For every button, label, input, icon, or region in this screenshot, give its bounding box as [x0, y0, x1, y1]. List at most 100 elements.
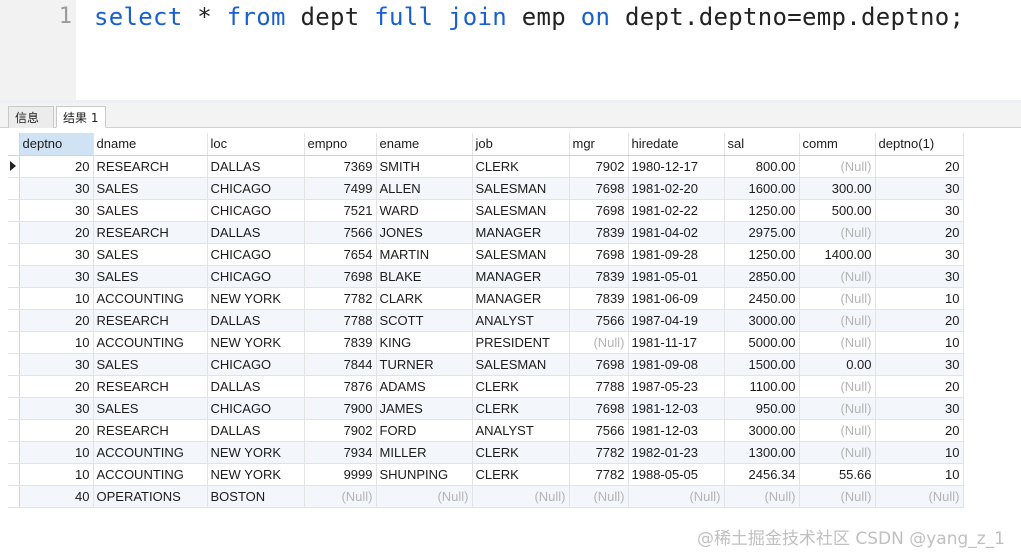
- cell-comm[interactable]: (Null): [799, 265, 876, 288]
- cell-sal[interactable]: (Null): [724, 485, 800, 508]
- cell-mgr[interactable]: 7698: [569, 199, 629, 222]
- cell-empno[interactable]: 7900: [304, 397, 377, 420]
- cell-deptno[interactable]: 20: [19, 221, 94, 244]
- cell-ename[interactable]: JONES: [376, 221, 473, 244]
- table-row[interactable]: 20 RESEARCH DALLAS 7566 JONES MANAGER 7839 1981…: [8, 221, 964, 244]
- cell-job[interactable]: ANALYST: [472, 419, 570, 442]
- cell-loc[interactable]: CHICAGO: [207, 265, 305, 288]
- cell-deptno[interactable]: 20: [19, 419, 94, 442]
- table-row[interactable]: 10 ACCOUNTING NEW YORK 7782 CLARK MANAGER 7839…: [8, 287, 964, 310]
- cell-empno[interactable]: 7839: [304, 331, 377, 354]
- cell-ename[interactable]: KING: [376, 331, 473, 354]
- cell-deptno1[interactable]: 30: [875, 265, 964, 288]
- table-row[interactable]: 20 RESEARCH DALLAS 7369 SMITH CLERK 7902 1980-1…: [8, 155, 964, 178]
- cell-deptno1[interactable]: 10: [875, 441, 964, 464]
- row-indicator[interactable]: [8, 265, 20, 288]
- cell-ename[interactable]: ALLEN: [376, 177, 473, 200]
- cell-mgr[interactable]: 7698: [569, 177, 629, 200]
- cell-ename[interactable]: JAMES: [376, 397, 473, 420]
- cell-empno[interactable]: 7698: [304, 265, 377, 288]
- row-indicator[interactable]: [8, 287, 20, 310]
- cell-deptno1[interactable]: 20: [875, 155, 964, 178]
- cell-mgr[interactable]: 7698: [569, 243, 629, 266]
- row-indicator[interactable]: [8, 419, 20, 442]
- cell-dname[interactable]: OPERATIONS: [93, 485, 208, 508]
- cell-ename[interactable]: SCOTT: [376, 309, 473, 332]
- cell-mgr[interactable]: 7839: [569, 265, 629, 288]
- cell-job[interactable]: CLERK: [472, 441, 570, 464]
- cell-ename[interactable]: MILLER: [376, 441, 473, 464]
- cell-comm[interactable]: 1400.00: [799, 243, 876, 266]
- table-row[interactable]: 10 ACCOUNTING NEW YORK 9999 SHUNPING CLERK 778…: [8, 463, 964, 486]
- cell-deptno1[interactable]: 20: [875, 309, 964, 332]
- cell-job[interactable]: MANAGER: [472, 265, 570, 288]
- cell-loc[interactable]: CHICAGO: [207, 353, 305, 376]
- cell-ename[interactable]: CLARK: [376, 287, 473, 310]
- cell-sal[interactable]: 3000.00: [724, 309, 800, 332]
- table-row[interactable]: 30 SALES CHICAGO 7499 ALLEN SALESMAN 7698 1981-…: [8, 177, 964, 200]
- cell-sal[interactable]: 3000.00: [724, 419, 800, 442]
- cell-loc[interactable]: BOSTON: [207, 485, 305, 508]
- cell-loc[interactable]: DALLAS: [207, 155, 305, 178]
- cell-dname[interactable]: ACCOUNTING: [93, 287, 208, 310]
- column-header-dname[interactable]: dname: [93, 133, 208, 156]
- cell-job[interactable]: CLERK: [472, 397, 570, 420]
- cell-comm[interactable]: (Null): [799, 309, 876, 332]
- cell-loc[interactable]: CHICAGO: [207, 199, 305, 222]
- table-row[interactable]: 20 RESEARCH DALLAS 7788 SCOTT ANALYST 7566 1987…: [8, 309, 964, 332]
- cell-ename[interactable]: FORD: [376, 419, 473, 442]
- cell-empno[interactable]: 7782: [304, 287, 377, 310]
- cell-hiredate[interactable]: 1987-04-19: [628, 309, 725, 332]
- row-indicator[interactable]: [8, 155, 20, 178]
- cell-sal[interactable]: 2456.34: [724, 463, 800, 486]
- tab-info[interactable]: 信息: [8, 106, 54, 128]
- cell-hiredate[interactable]: 1982-01-23: [628, 441, 725, 464]
- cell-comm[interactable]: (Null): [799, 221, 876, 244]
- cell-hiredate[interactable]: 1981-02-22: [628, 199, 725, 222]
- cell-dname[interactable]: SALES: [93, 199, 208, 222]
- cell-comm[interactable]: 500.00: [799, 199, 876, 222]
- cell-dname[interactable]: ACCOUNTING: [93, 331, 208, 354]
- cell-deptno[interactable]: 20: [19, 155, 94, 178]
- cell-loc[interactable]: DALLAS: [207, 221, 305, 244]
- cell-loc[interactable]: NEW YORK: [207, 331, 305, 354]
- column-header-comm[interactable]: comm: [799, 133, 876, 156]
- cell-ename[interactable]: (Null): [376, 485, 473, 508]
- cell-mgr[interactable]: 7839: [569, 221, 629, 244]
- cell-mgr[interactable]: 7782: [569, 441, 629, 464]
- cell-empno[interactable]: 7521: [304, 199, 377, 222]
- cell-ename[interactable]: BLAKE: [376, 265, 473, 288]
- cell-job[interactable]: PRESIDENT: [472, 331, 570, 354]
- cell-job[interactable]: (Null): [472, 485, 570, 508]
- cell-dname[interactable]: RESEARCH: [93, 155, 208, 178]
- cell-deptno[interactable]: 30: [19, 353, 94, 376]
- column-header-sal[interactable]: sal: [724, 133, 800, 156]
- cell-loc[interactable]: DALLAS: [207, 309, 305, 332]
- cell-empno[interactable]: 7876: [304, 375, 377, 398]
- cell-empno[interactable]: (Null): [304, 485, 377, 508]
- column-header-mgr[interactable]: mgr: [569, 133, 629, 156]
- row-indicator[interactable]: [8, 485, 20, 508]
- cell-mgr[interactable]: 7698: [569, 397, 629, 420]
- row-indicator[interactable]: [8, 463, 20, 486]
- cell-sal[interactable]: 1250.00: [724, 199, 800, 222]
- cell-deptno[interactable]: 20: [19, 375, 94, 398]
- cell-deptno[interactable]: 10: [19, 331, 94, 354]
- cell-job[interactable]: SALESMAN: [472, 199, 570, 222]
- sql-editor[interactable]: 1 select * from dept full join emp on de…: [0, 0, 1021, 100]
- cell-sal[interactable]: 1250.00: [724, 243, 800, 266]
- cell-mgr[interactable]: (Null): [569, 331, 629, 354]
- cell-comm[interactable]: 55.66: [799, 463, 876, 486]
- cell-dname[interactable]: SALES: [93, 243, 208, 266]
- cell-job[interactable]: SALESMAN: [472, 177, 570, 200]
- cell-job[interactable]: MANAGER: [472, 221, 570, 244]
- cell-hiredate[interactable]: 1981-12-03: [628, 419, 725, 442]
- table-row[interactable]: 40 OPERATIONS BOSTON (Null) (Null) (Null) (Nul…: [8, 485, 964, 508]
- cell-mgr[interactable]: (Null): [569, 485, 629, 508]
- cell-loc[interactable]: CHICAGO: [207, 243, 305, 266]
- cell-sal[interactable]: 1600.00: [724, 177, 800, 200]
- cell-empno[interactable]: 7902: [304, 419, 377, 442]
- table-row[interactable]: 30 SALES CHICAGO 7900 JAMES CLERK 7698 1981-12-…: [8, 397, 964, 420]
- cell-hiredate[interactable]: 1988-05-05: [628, 463, 725, 486]
- row-indicator[interactable]: [8, 309, 20, 332]
